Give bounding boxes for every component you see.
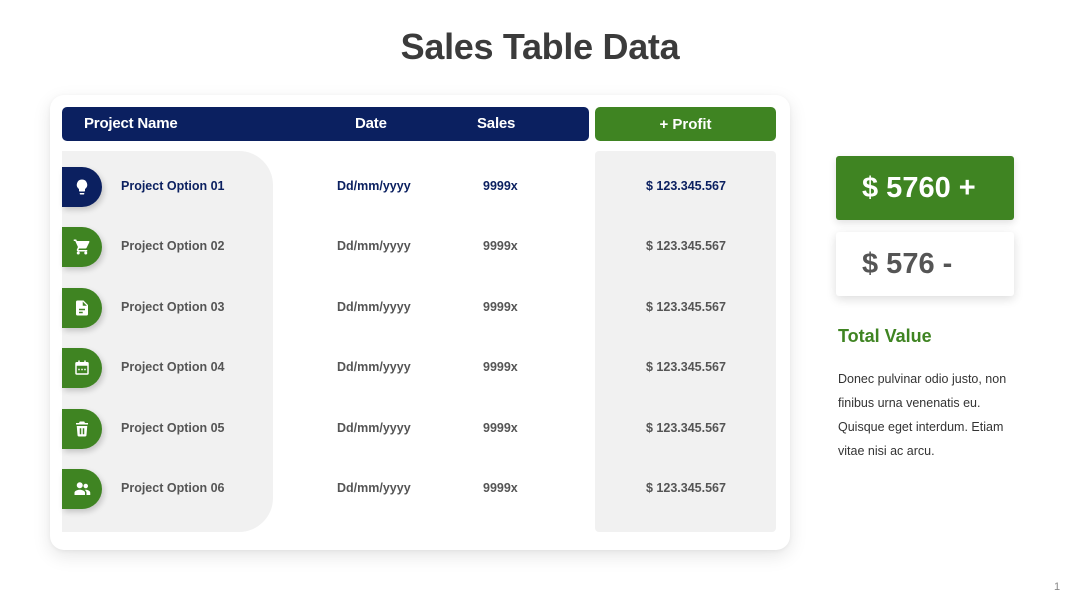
row-date: Dd/mm/yyyy (337, 481, 411, 495)
row-project-name: Project Option 02 (121, 239, 225, 254)
page-title: Sales Table Data (400, 26, 680, 67)
row-profit: $ 123.345.567 (646, 360, 726, 375)
page-number: 1 (1054, 581, 1061, 593)
trash-icon (73, 420, 91, 438)
document-icon (73, 299, 91, 317)
lightbulb-row-icon (62, 167, 102, 207)
profit-column-panel (595, 151, 776, 532)
row-date: Dd/mm/yyyy (337, 420, 411, 435)
users-row-icon (62, 469, 102, 509)
row-sales: 9999x (483, 179, 518, 193)
row-sales: 9999x (483, 481, 518, 495)
negative-total-badge: $ 576 - (836, 232, 1014, 296)
row-profit: $ 123.345.567 (646, 239, 726, 254)
header-project-name: Project Name (84, 115, 178, 132)
cart-icon (73, 238, 91, 256)
total-value-description: Donec pulvinar odio justo, non finibus u… (838, 372, 1007, 458)
row-date: Dd/mm/yyyy (337, 239, 411, 254)
row-profit: $ 123.345.567 (646, 179, 726, 193)
calendar-icon (73, 359, 91, 377)
row-project-name: Project Option 04 (121, 360, 225, 375)
row-profit: $ 123.345.567 (646, 420, 726, 435)
users-icon (73, 480, 91, 498)
row-project-name: Project Option 05 (121, 420, 225, 435)
row-profit: $ 123.345.567 (646, 481, 726, 495)
row-date: Dd/mm/yyyy (337, 360, 411, 375)
calendar-row-icon (62, 348, 102, 389)
row-project-name: Project Option 03 (121, 299, 225, 314)
row-date: Dd/mm/yyyy (337, 299, 411, 314)
positive-total-badge: $ 5760 + (836, 156, 1014, 220)
total-value-title: Total Value (838, 326, 932, 346)
header-sales: Sales (477, 115, 516, 132)
trash-row-icon (62, 408, 102, 449)
row-profit: $ 123.345.567 (646, 299, 726, 314)
row-project-name: Project Option 01 (121, 179, 225, 193)
row-sales: 9999x (483, 239, 518, 254)
row-project-name: Project Option 06 (121, 481, 225, 495)
row-sales: 9999x (483, 299, 518, 314)
lightbulb-icon (73, 178, 91, 196)
header-profit: + Profit (595, 107, 776, 141)
row-date: Dd/mm/yyyy (337, 179, 411, 193)
row-sales: 9999x (483, 420, 518, 435)
document-row-icon (62, 287, 102, 328)
header-date: Date (355, 115, 387, 132)
row-sales: 9999x (483, 360, 518, 375)
